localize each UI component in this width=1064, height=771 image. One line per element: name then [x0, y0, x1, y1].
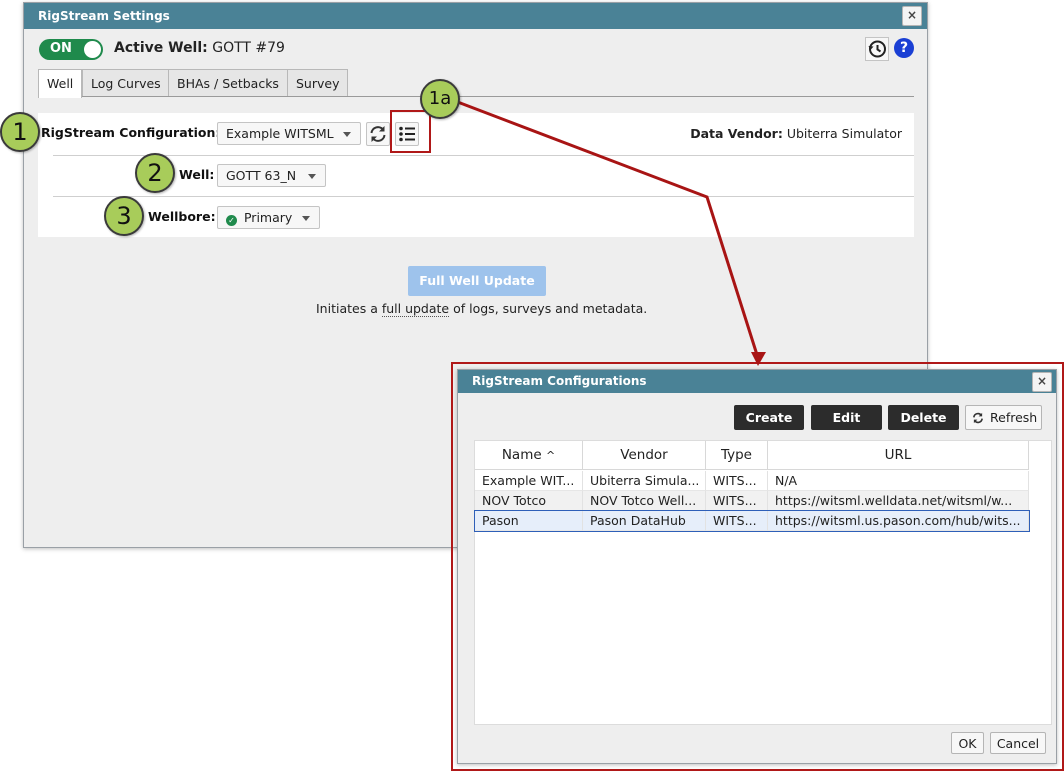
data-vendor-label: Data Vendor:	[690, 126, 783, 141]
configurations-grid: Name ^ Vendor Type URL Example WIT... Ub…	[474, 440, 1052, 725]
config-dropdown-value: Example WITSML	[226, 126, 334, 141]
cell-vendor: Pason DataHub	[583, 511, 706, 531]
wellbore-dropdown-value: Primary	[243, 210, 293, 225]
edit-button[interactable]: Edit	[811, 405, 882, 430]
configs-titlebar: RigStream Configurations ×	[458, 370, 1056, 393]
cell-type: WITS...	[706, 491, 768, 511]
tab-survey[interactable]: Survey	[287, 69, 349, 96]
cell-url: https://witsml.welldata.net/witsml/w...	[768, 491, 1029, 511]
active-toggle[interactable]: ON	[39, 39, 103, 60]
history-button[interactable]	[865, 37, 889, 61]
well-label: Well:	[179, 167, 215, 182]
well-dropdown[interactable]: GOTT 63_N	[217, 164, 326, 187]
refresh-button[interactable]: Refresh	[965, 405, 1042, 430]
active-well-label: Active Well:	[114, 40, 208, 56]
cell-url: https://witsml.us.pason.com/hub/wits...	[768, 511, 1029, 531]
refresh-config-button[interactable]	[366, 122, 390, 146]
column-header-name[interactable]: Name ^	[475, 441, 583, 470]
rigstream-configurations-dialog: RigStream Configurations × Create Edit D…	[457, 369, 1057, 764]
hint-suffix: of logs, surveys and metadata.	[449, 301, 648, 316]
refresh-label: Refresh	[990, 410, 1038, 425]
callout-1a: 1a	[420, 79, 460, 119]
column-header-type[interactable]: Type	[706, 441, 768, 470]
config-dropdown[interactable]: Example WITSML	[217, 122, 361, 145]
row-separator	[53, 155, 914, 156]
cell-type: WITS...	[706, 471, 768, 491]
column-header-url[interactable]: URL	[768, 441, 1029, 470]
row-separator	[53, 196, 914, 197]
configs-title: RigStream Configurations	[472, 374, 647, 388]
callout-1: 1	[0, 112, 40, 152]
help-icon[interactable]: ?	[894, 38, 914, 58]
configs-close-button[interactable]: ×	[1032, 372, 1052, 392]
create-button[interactable]: Create	[734, 405, 804, 430]
table-row[interactable]: Example WIT... Ubiterra Simula... WITS..…	[475, 471, 1029, 491]
settings-close-button[interactable]: ×	[902, 6, 922, 26]
list-button-highlight	[390, 110, 431, 153]
toggle-label: ON	[50, 41, 72, 56]
full-update-hint: Initiates a full update of logs, surveys…	[316, 301, 648, 317]
settings-title: RigStream Settings	[38, 9, 170, 23]
hint-prefix: Initiates a	[316, 301, 382, 316]
settings-titlebar: RigStream Settings ×	[24, 3, 927, 29]
table-row-selected[interactable]: Pason Pason DataHub WITS... https://wits…	[474, 510, 1030, 532]
check-circle-icon: ✓	[226, 215, 237, 226]
cell-name: Example WIT...	[475, 471, 583, 491]
cell-type: WITS...	[706, 511, 768, 531]
data-vendor: Data Vendor: Ubiterra Simulator	[690, 126, 902, 141]
chevron-down-icon	[308, 174, 316, 179]
tab-strip	[38, 96, 914, 97]
tab-bhas-setbacks[interactable]: BHAs / Setbacks	[168, 69, 288, 96]
delete-button[interactable]: Delete	[888, 405, 959, 430]
cancel-button[interactable]: Cancel	[990, 732, 1046, 754]
chevron-down-icon	[302, 216, 310, 221]
active-well: Active Well: GOTT #79	[114, 40, 285, 56]
cell-name: NOV Totco	[475, 491, 583, 511]
hint-link[interactable]: full update	[381, 301, 450, 317]
history-icon	[868, 40, 886, 58]
wellbore-label: Wellbore:	[148, 209, 216, 224]
cell-vendor: NOV Totco Well...	[583, 491, 706, 511]
wellbore-dropdown[interactable]: ✓ Primary	[217, 206, 320, 229]
tab-well[interactable]: Well	[38, 69, 83, 98]
sort-asc-icon: ^	[545, 449, 556, 462]
toggle-knob	[84, 41, 101, 58]
column-name-label: Name	[501, 447, 542, 463]
refresh-icon	[370, 126, 386, 142]
table-row[interactable]: NOV Totco NOV Totco Well... WITS... http…	[475, 491, 1029, 511]
data-vendor-value: Ubiterra Simulator	[786, 126, 902, 141]
cell-name: Pason	[475, 511, 583, 531]
full-well-update-button[interactable]: Full Well Update	[408, 266, 546, 296]
config-label: RigStream Configuration:	[41, 125, 221, 140]
chevron-down-icon	[343, 132, 351, 137]
cell-vendor: Ubiterra Simula...	[583, 471, 706, 491]
callout-2: 2	[135, 153, 175, 193]
ok-button[interactable]: OK	[951, 732, 984, 754]
cell-url: N/A	[768, 471, 1029, 491]
column-header-vendor[interactable]: Vendor	[583, 441, 706, 470]
callout-3: 3	[104, 196, 144, 236]
tab-log-curves[interactable]: Log Curves	[82, 69, 170, 96]
active-well-value: GOTT #79	[212, 40, 285, 56]
refresh-icon	[973, 412, 983, 424]
well-dropdown-value: GOTT 63_N	[226, 168, 297, 183]
